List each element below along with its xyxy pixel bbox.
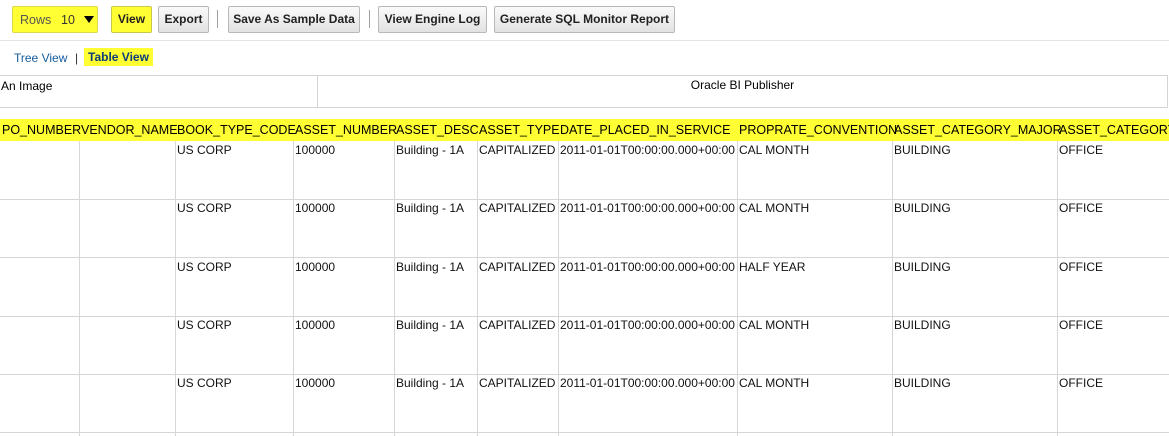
table-cell: BUILDING [894,318,951,332]
table-cell: 100000 [295,201,336,215]
table-cell: US CORP [177,376,232,390]
table-cell: Building - 1A [396,318,465,332]
table-cell: HALF YEAR [739,260,806,274]
tab-table-view[interactable]: Table View [84,48,153,66]
column-header: ASSET_NUMBER [295,123,398,137]
table-cell: BUILDING [894,201,951,215]
report-publisher-title: Oracle BI Publisher [690,78,795,92]
view-engine-log-button[interactable]: View Engine Log [378,6,487,33]
generate-sql-monitor-report-button[interactable]: Generate SQL Monitor Report [494,6,675,33]
table-cell: US CORP [177,260,232,274]
table-cell: BUILDING [894,260,951,274]
table-cell: CAPITALIZED [479,376,556,390]
column-header: ASSET_CATEGORY_MAJOR [894,123,1062,137]
table-cell: CAL MONTH [739,143,810,157]
toolbar: Rows 10 View Export Save As Sample Data … [0,0,1169,41]
report-header: An Image Oracle BI Publisher [0,75,1168,108]
column-divider [394,141,395,436]
table-header-row: PO_NUMBER VENDOR_NAME BOOK_TYPE_CODE ASSET_… [0,119,1169,141]
column-divider [79,141,80,436]
column-header: PO_NUMBER [2,123,82,137]
table-cell: CAL MONTH [739,318,810,332]
column-divider [175,141,176,436]
table-cell: OFFICE [1059,143,1103,157]
row-divider [0,316,1169,317]
table-cell: OFFICE [1059,260,1103,274]
caret-down-icon[interactable] [84,16,94,23]
table-cell: CAPITALIZED [479,143,556,157]
save-as-sample-data-button[interactable]: Save As Sample Data [228,6,360,33]
table-cell: BUILDING [894,376,951,390]
table-cell: 100000 [295,318,336,332]
table-cell: US CORP [177,201,232,215]
table-cell: 100000 [295,260,336,274]
export-button[interactable]: Export [158,6,209,33]
table-cell: 2011-01-01T00:00:00.000+00:00 [560,201,735,215]
table-cell: 100000 [295,143,336,157]
table-cell: 100000 [295,376,336,390]
column-header: PROPRATE_CONVENTION [739,123,898,137]
column-header: ASSET_DESC [396,123,479,137]
row-divider [0,199,1169,200]
view-tabs-separator: | [75,51,79,65]
rows-selector[interactable]: Rows 10 [12,6,98,33]
tab-tree-view[interactable]: Tree View [14,51,67,65]
data-table: PO_NUMBER VENDOR_NAME BOOK_TYPE_CODE ASSET_… [0,119,1169,436]
column-divider [293,141,294,436]
table-cell: CAL MONTH [739,376,810,390]
row-divider [0,374,1169,375]
table-cell: 2011-01-01T00:00:00.000+00:00 [560,143,735,157]
column-divider [892,141,893,436]
column-header: ASSET_CATEGORY [1059,123,1169,137]
view-button[interactable]: View [111,6,152,33]
table-cell: 2011-01-01T00:00:00.000+00:00 [560,260,735,274]
table-cell: Building - 1A [396,376,465,390]
table-cell: BUILDING [894,143,951,157]
table-cell: US CORP [177,143,232,157]
table-cell: Building - 1A [396,260,465,274]
rows-label: Rows [20,13,52,27]
column-header: ASSET_TYPE [479,123,560,137]
table-cell: OFFICE [1059,376,1103,390]
column-divider [477,141,478,436]
column-divider [737,141,738,436]
table-cell: OFFICE [1059,318,1103,332]
table-cell: 2011-01-01T00:00:00.000+00:00 [560,318,735,332]
table-cell: OFFICE [1059,201,1103,215]
column-divider [1057,141,1058,436]
toolbar-separator [217,10,218,28]
table-cell: CAL MONTH [739,201,810,215]
table-cell: CAPITALIZED [479,260,556,274]
table-cell: CAPITALIZED [479,318,556,332]
table-cell: Building - 1A [396,143,465,157]
column-divider [558,141,559,436]
column-header: VENDOR_NAME [81,123,178,137]
table-cell: 2011-01-01T00:00:00.000+00:00 [560,376,735,390]
row-divider [0,257,1169,258]
table-cell: US CORP [177,318,232,332]
row-divider [0,432,1169,433]
rows-select-value[interactable]: 10 [61,13,75,27]
table-cell: CAPITALIZED [479,201,556,215]
column-header: DATE_PLACED_IN_SERVICE [560,123,731,137]
toolbar-separator [369,10,370,28]
table-cell: Building - 1A [396,201,465,215]
column-header: BOOK_TYPE_CODE [177,123,296,137]
report-image-alt: An Image [1,79,53,93]
